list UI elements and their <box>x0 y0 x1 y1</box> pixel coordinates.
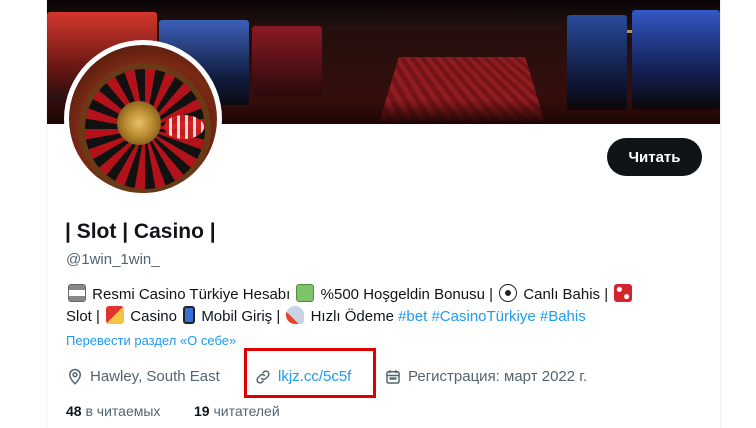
column-border-right <box>720 0 721 428</box>
profile-name: | Slot | Casino | <box>65 220 216 243</box>
hashtag-bahis[interactable]: #Bahis <box>540 308 586 325</box>
joined-text: Регистрация: март 2022 г. <box>408 368 588 385</box>
slot-machine-emoji <box>68 284 86 302</box>
money-emoji <box>296 284 315 302</box>
profile-bio: Resmi Casino Türkiye Hesabı %500 Hoşgeld… <box>66 284 706 328</box>
following-stat[interactable]: 48 в читаемых <box>66 402 160 420</box>
joker-emoji <box>106 306 125 324</box>
followers-stat[interactable]: 19 читателей <box>194 402 280 420</box>
translate-bio-link[interactable]: Перевести раздел «О себе» <box>66 333 236 349</box>
soccer-ball-emoji <box>499 284 518 302</box>
calendar-icon <box>386 370 400 384</box>
follow-button[interactable]: Читать <box>607 138 702 176</box>
location-item: Hawley, South East <box>66 365 220 389</box>
joined-item: Регистрация: март 2022 г. <box>384 365 587 389</box>
location-text: Hawley, South East <box>90 368 220 385</box>
hashtag-bet[interactable]: #bet <box>398 308 427 325</box>
avatar-image <box>69 45 217 193</box>
highlight-annotation-box <box>244 348 376 398</box>
avatar[interactable] <box>64 40 222 198</box>
hashtag-casinoturkiye[interactable]: #CasinoTürkiye <box>431 308 535 325</box>
mobile-phone-emoji <box>183 306 196 324</box>
rocket-emoji <box>286 306 305 324</box>
location-pin-icon <box>68 368 82 385</box>
profile-handle: @1win_1win_ <box>66 251 160 268</box>
dice-emoji <box>614 284 633 302</box>
